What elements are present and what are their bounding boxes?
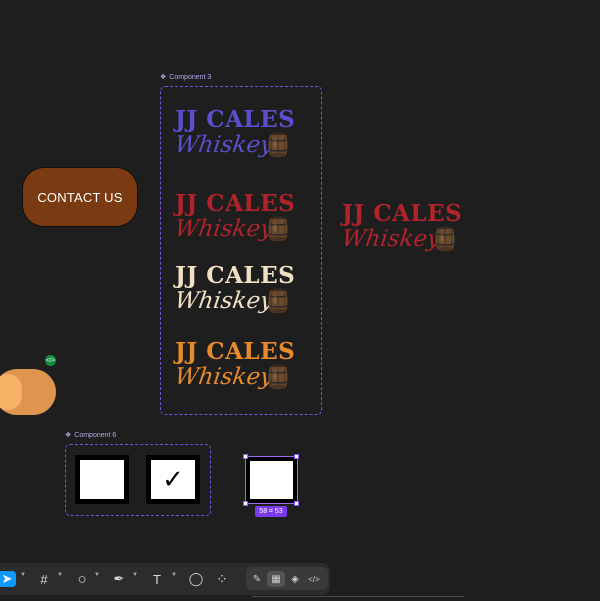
code-icon[interactable]: </> <box>45 355 56 366</box>
brand-logo-blue[interactable]: JJ CALES Whiskey <box>173 106 305 162</box>
component-6-label[interactable]: ❖ Component 6 <box>65 431 116 440</box>
resize-handle-bottom-right[interactable] <box>294 501 299 506</box>
brand-subtitle: Whiskey <box>173 288 275 314</box>
frame-hash-icon[interactable]: # <box>35 571 53 587</box>
brand-title: JJ CALES <box>342 200 463 227</box>
toggle-knob[interactable] <box>0 374 22 410</box>
bottom-divider <box>252 596 464 601</box>
whiskey-barrel-icon <box>267 288 289 314</box>
text-icon[interactable]: T <box>148 571 166 587</box>
brand-subtitle: Whiskey <box>173 216 275 242</box>
brand-logo-standalone[interactable]: JJ CALES Whiskey <box>340 200 472 256</box>
chevron-down-icon[interactable]: ▼ <box>57 572 63 578</box>
whiskey-barrel-icon <box>434 226 456 252</box>
chevron-down-icon[interactable]: ▼ <box>171 572 177 578</box>
whiskey-barrel-icon <box>267 132 289 158</box>
brand-title: JJ CALES <box>175 338 296 365</box>
pen-icon[interactable]: ✒ <box>110 571 128 587</box>
checkbox-unchecked[interactable] <box>75 455 129 504</box>
selected-checkbox-instance[interactable] <box>245 456 298 504</box>
brand-title: JJ CALES <box>175 262 296 289</box>
draw-mode-icon[interactable]: ✎ <box>248 571 266 587</box>
brand-logo-orange[interactable]: JJ CALES Whiskey <box>173 338 305 394</box>
brand-logo-red[interactable]: JJ CALES Whiskey <box>173 190 305 246</box>
brand-title: JJ CALES <box>175 190 296 217</box>
whiskey-barrel-icon <box>267 216 289 242</box>
resize-handle-top-right[interactable] <box>294 454 299 459</box>
component-3-label[interactable]: ❖ Component 3 <box>160 73 211 82</box>
prototype-mode-icon[interactable]: ◈ <box>286 571 304 587</box>
check-mark-icon: ✓ <box>151 460 195 499</box>
brand-subtitle: Whiskey <box>173 132 275 158</box>
brand-title: JJ CALES <box>175 106 296 133</box>
resize-handle-bottom-left[interactable] <box>243 501 248 506</box>
comment-icon[interactable]: ◯ <box>187 571 205 587</box>
actions-icon[interactable]: ⁘ <box>213 571 231 587</box>
brand-subtitle: Whiskey <box>173 364 275 390</box>
dev-mode-icon[interactable]: </> <box>305 571 323 587</box>
chevron-down-icon[interactable]: ▼ <box>132 572 138 578</box>
chevron-down-icon[interactable]: ▼ <box>20 572 26 578</box>
component-diamond-icon: ❖ <box>160 74 167 81</box>
contact-us-button[interactable]: CONTACT US <box>22 167 138 227</box>
whiskey-barrel-icon <box>267 364 289 390</box>
size-badge: 58 ⌗ 53 <box>255 506 287 517</box>
checkbox-checked[interactable]: ✓ <box>146 455 200 504</box>
cursor-icon[interactable]: ➤ <box>0 571 16 587</box>
brand-logo-cream[interactable]: JJ CALES Whiskey <box>173 262 305 318</box>
ellipse-icon[interactable]: ○ <box>73 571 91 588</box>
chevron-down-icon[interactable]: ▼ <box>94 572 100 578</box>
brand-subtitle: Whiskey <box>340 226 442 252</box>
resize-handle-top-left[interactable] <box>243 454 248 459</box>
component-diamond-icon: ❖ <box>65 432 72 439</box>
design-mode-icon[interactable]: ▦ <box>267 571 285 587</box>
